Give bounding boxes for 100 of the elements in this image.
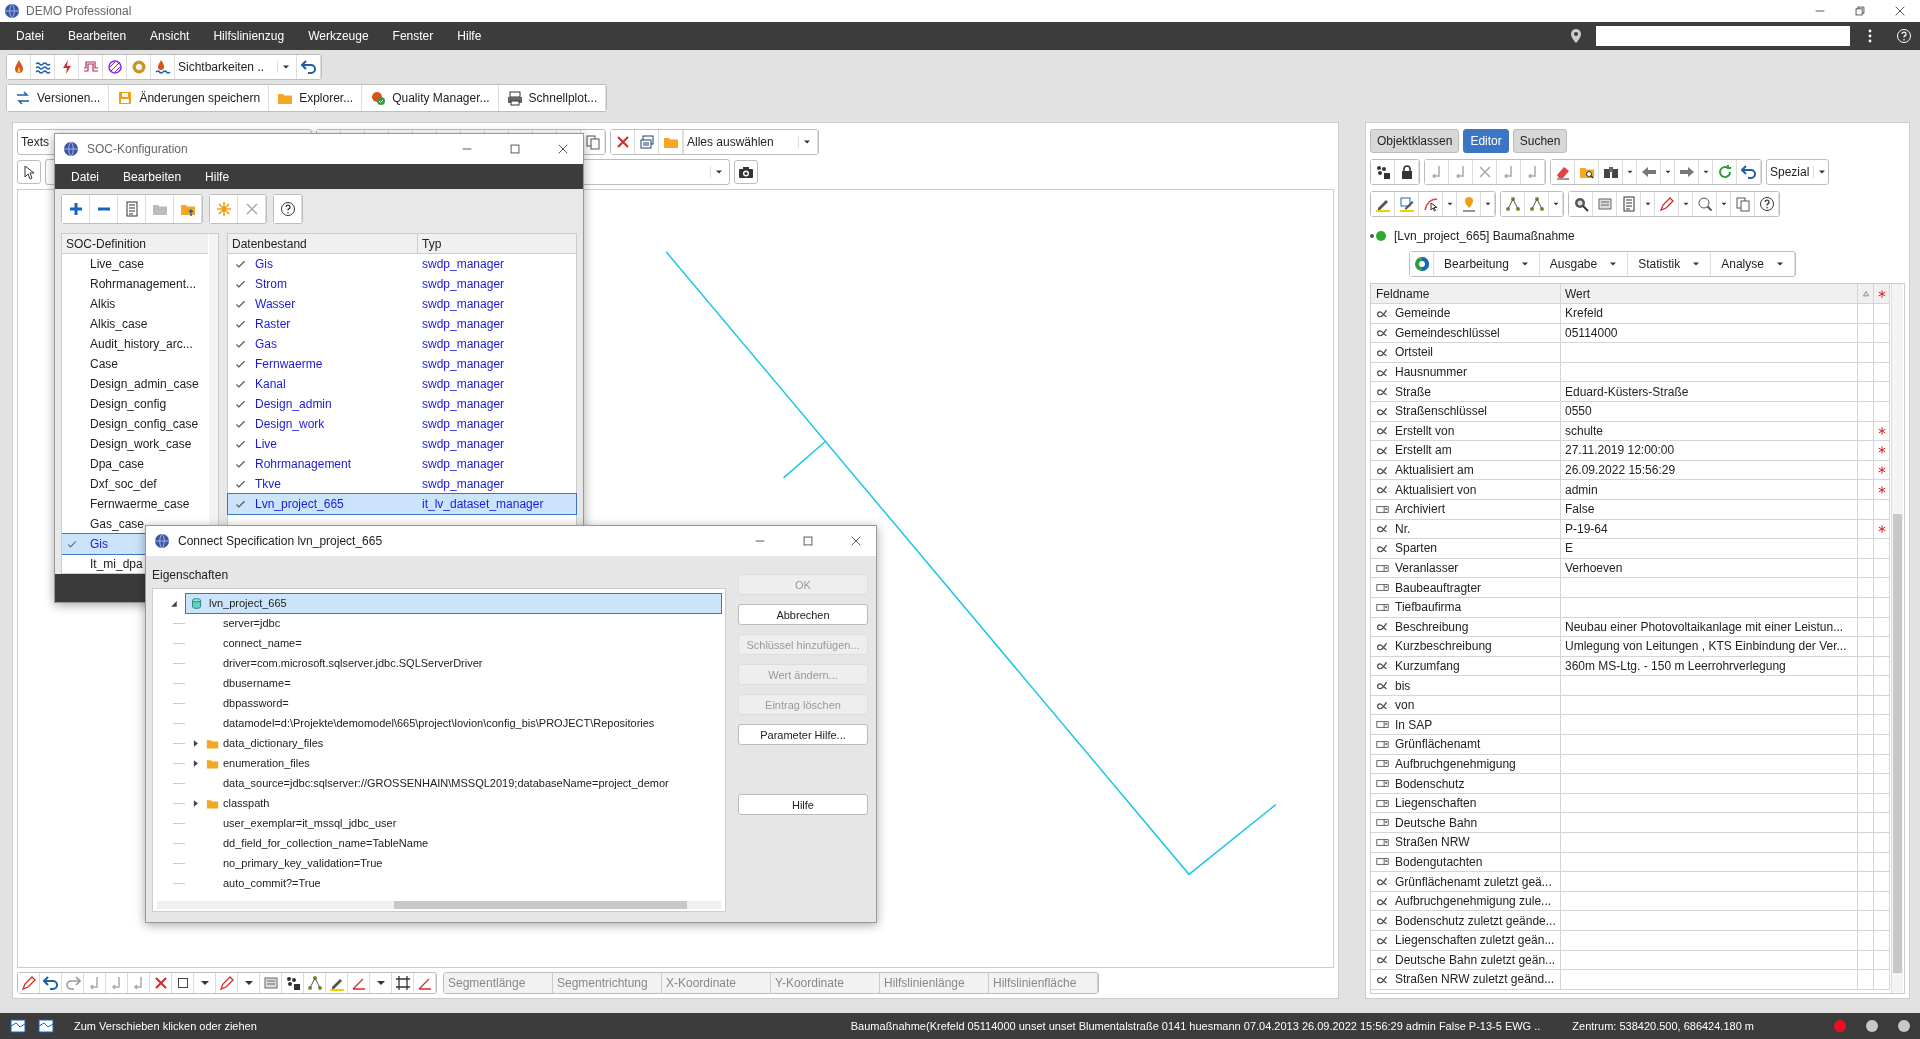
- table-row[interactable]: Gis swdp_manager: [228, 254, 576, 274]
- list-item[interactable]: Case: [62, 354, 208, 374]
- tree-icon[interactable]: [1501, 192, 1525, 216]
- menu-item[interactable]: Datei: [6, 29, 54, 43]
- menu-item[interactable]: Werkzeuge: [298, 29, 379, 43]
- list-item[interactable]: Dpa_case: [62, 454, 208, 474]
- table-row[interactable]: Live swdp_manager: [228, 434, 576, 454]
- menu-item[interactable]: Bearbeiten: [58, 29, 137, 43]
- menu-item[interactable]: Bearbeiten: [113, 169, 192, 184]
- tree-item[interactable]: no_primary_key_validation=True: [223, 857, 383, 869]
- asterisk-icon[interactable]: [1876, 288, 1887, 299]
- field-value[interactable]: Neubau einer Photovoltaikanlage mit einer Leistun...: [1565, 619, 1844, 634]
- tree-item[interactable]: dbusername=: [223, 677, 291, 689]
- field-value[interactable]: admin: [1565, 482, 1598, 497]
- list-item[interactable]: Fernwaerme_case: [62, 494, 208, 514]
- table-row[interactable]: Wasser swdp_manager: [228, 294, 576, 314]
- scrollbar[interactable]: [1891, 284, 1903, 993]
- table-row[interactable]: Gas swdp_manager: [228, 334, 576, 354]
- menu-item[interactable]: Fenster: [382, 29, 444, 43]
- edit-icon[interactable]: [18, 973, 40, 993]
- column-header[interactable]: Datenbestand: [228, 234, 418, 253]
- tree-item[interactable]: server=jdbc: [223, 617, 281, 629]
- field-value[interactable]: P-19-64: [1565, 521, 1608, 536]
- tree-item[interactable]: user_exemplar=it_mssql_jdbc_user: [223, 817, 397, 829]
- list-item[interactable]: Design_config: [62, 394, 208, 414]
- tab[interactable]: Objektklassen: [1370, 129, 1460, 153]
- toolbar-button[interactable]: Versionen...: [7, 85, 110, 111]
- list-item[interactable]: Alkis_case: [62, 314, 208, 334]
- magnifier-icon[interactable]: [1569, 192, 1593, 216]
- camera-icon[interactable]: [734, 160, 758, 184]
- table-row[interactable]: Fernwaerme swdp_manager: [228, 354, 576, 374]
- column-header[interactable]: Typ: [418, 236, 576, 251]
- menu-item[interactable]: Hilfslinienzug: [203, 29, 295, 43]
- plus-icon[interactable]: [62, 195, 90, 223]
- eraser-icon[interactable]: [1551, 160, 1575, 184]
- visibility-combo[interactable]: Sichtbarkeiten ..: [175, 55, 297, 79]
- pointer-icon[interactable]: [17, 160, 41, 184]
- tree-item[interactable]: data_dictionary_files: [223, 737, 324, 749]
- table-row[interactable]: Rohrmanagement swdp_manager: [228, 454, 576, 474]
- column-header[interactable]: Feldname: [1371, 284, 1561, 303]
- tree-item[interactable]: dbpassword=: [223, 697, 289, 709]
- tree-item[interactable]: datamodel=d:\Projekte\demomodel\665\project\lovion\config_bis\PROJECT\Repositories: [223, 717, 655, 729]
- list-item[interactable]: Audit_history_arc...: [62, 334, 208, 354]
- field-value[interactable]: schulte: [1565, 423, 1604, 438]
- column-header[interactable]: SOC-Definition: [62, 234, 208, 254]
- tree-item[interactable]: connect_name=: [223, 637, 302, 649]
- table-row[interactable]: Design_work swdp_manager: [228, 414, 576, 434]
- tree-item[interactable]: classpath: [223, 797, 270, 809]
- measure-field[interactable]: X-Koordinate: [662, 973, 771, 993]
- menu-item[interactable]: Datei: [61, 169, 109, 184]
- select-combo[interactable]: Alles auswählen: [683, 130, 818, 154]
- list-item[interactable]: Design_admin_case: [62, 374, 208, 394]
- nodes-lock-icon[interactable]: [1371, 160, 1395, 184]
- table-row[interactable]: Strom swdp_manager: [228, 274, 576, 294]
- menu-item[interactable]: Hilfe: [195, 169, 240, 184]
- field-value[interactable]: False: [1565, 502, 1595, 517]
- measure-field[interactable]: Y-Koordinate: [771, 973, 880, 993]
- field-value[interactable]: 05114000: [1565, 325, 1618, 340]
- table-row[interactable]: Tkve swdp_manager: [228, 474, 576, 494]
- list-item[interactable]: Rohrmanagement...: [62, 274, 208, 294]
- menu-item[interactable]: Ansicht: [140, 29, 200, 43]
- field-value[interactable]: Umlegung von Leitungen , KTS Einbindung der Ver...: [1565, 639, 1847, 654]
- list-item[interactable]: Design_work_case: [62, 434, 208, 454]
- edit-icon[interactable]: [216, 973, 238, 993]
- field-value[interactable]: Krefeld: [1565, 306, 1604, 321]
- tree-item[interactable]: auto_commit?=True: [223, 877, 321, 889]
- field-value[interactable]: 0550: [1565, 404, 1592, 419]
- measure-field[interactable]: Segmentrichtung: [553, 973, 662, 993]
- table-row[interactable]: Raster swdp_manager: [228, 314, 576, 334]
- tab[interactable]: Suchen: [1512, 129, 1568, 153]
- field-value[interactable]: E: [1565, 541, 1573, 556]
- table-row[interactable]: Design_admin swdp_manager: [228, 394, 576, 414]
- list-item[interactable]: Live_case: [62, 254, 208, 274]
- map-icon[interactable]: [10, 1018, 26, 1034]
- undo-icon[interactable]: [40, 973, 62, 993]
- dialog-button[interactable]: Hilfe: [738, 794, 868, 815]
- help-icon[interactable]: [274, 195, 302, 223]
- tab[interactable]: Editor: [1463, 129, 1509, 153]
- delete-icon[interactable]: [611, 130, 635, 154]
- field-value[interactable]: Eduard-Küsters-Straße: [1565, 384, 1689, 399]
- list-item[interactable]: Gas_case: [62, 514, 208, 534]
- pen-icon[interactable]: [1371, 192, 1395, 216]
- dialog-button[interactable]: Parameter Hilfe...: [738, 724, 868, 745]
- tree-item[interactable]: dd_field_for_collection_name=TableName: [223, 837, 429, 849]
- table-row[interactable]: Kanal swdp_manager: [228, 374, 576, 394]
- map-icon[interactable]: [38, 1018, 54, 1034]
- measure-field[interactable]: Segmentlänge: [444, 973, 553, 993]
- tree-item[interactable]: lvn_project_665: [186, 593, 721, 613]
- location-pin-icon[interactable]: [1568, 28, 1584, 44]
- dialog-button[interactable]: Abbrechen: [738, 604, 868, 625]
- globe-icon[interactable]: [1410, 252, 1435, 276]
- tree-item[interactable]: enumeration_files: [223, 757, 310, 769]
- column-header[interactable]: Wert: [1561, 284, 1858, 303]
- list-item[interactable]: Dxf_soc_def: [62, 474, 208, 494]
- list-item[interactable]: Design_config_case: [62, 414, 208, 434]
- list-item[interactable]: Alkis: [62, 294, 208, 314]
- table-row[interactable]: Lvn_project_665 it_lv_dataset_manager: [228, 494, 576, 514]
- menu-item[interactable]: Hilfe: [447, 29, 492, 43]
- measure-field[interactable]: Hilfslinienfläche: [989, 973, 1098, 993]
- field-value[interactable]: 27.11.2019 12:00:00: [1565, 443, 1675, 458]
